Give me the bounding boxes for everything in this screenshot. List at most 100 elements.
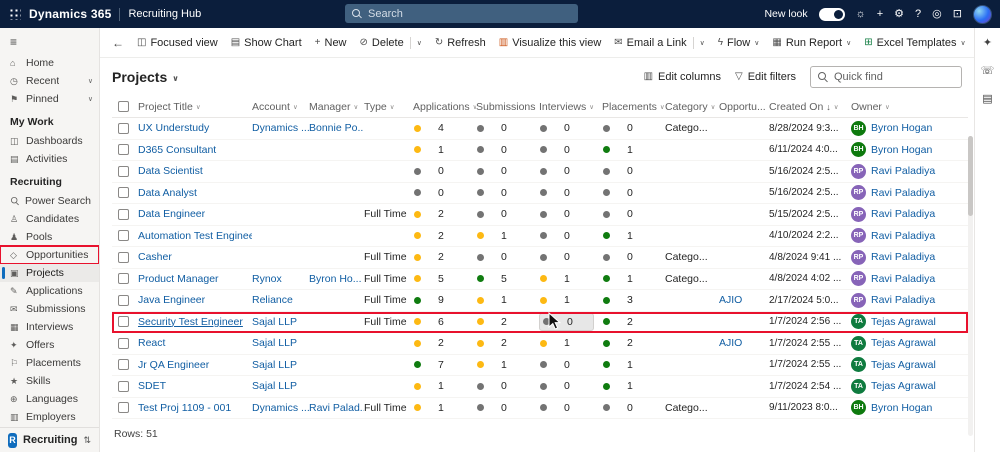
sidebar-item-skills[interactable]: ★ Skills	[0, 372, 99, 390]
chevron-down-icon[interactable]: ∨	[700, 39, 705, 47]
command-show-chart[interactable]: ▤ Show Chart	[226, 34, 307, 52]
column-header-owner[interactable]: Owner ∨	[851, 101, 968, 113]
global-search-box[interactable]	[345, 4, 578, 23]
command-new[interactable]: + New	[310, 34, 352, 52]
column-header-category[interactable]: Category ∨	[665, 101, 719, 113]
sidebar-item-power-search[interactable]: Power Search	[0, 192, 99, 210]
command-email-a-link[interactable]: ✉ Email a Link ∨	[609, 34, 709, 52]
project-title-link[interactable]: UX Understudy	[138, 122, 209, 134]
project-title-link[interactable]: Casher	[138, 251, 172, 263]
table-row[interactable]: Automation Test Engineer 2 1 0 1 4/10/2024 2:…	[112, 226, 968, 247]
owner-link[interactable]: Ravi Paladiya	[871, 251, 935, 263]
project-title-link[interactable]: Test Proj 1109 - 001	[138, 402, 231, 414]
column-header-manager[interactable]: Manager ∨	[309, 101, 364, 113]
view-selector[interactable]: Projects ∨	[112, 69, 179, 85]
sidebar-item-dashboards[interactable]: ◫ Dashboards	[0, 132, 99, 150]
owner-link[interactable]: Ravi Paladiya	[871, 230, 935, 242]
row-checkbox[interactable]	[118, 230, 129, 242]
app-subtitle[interactable]: Recruiting Hub	[128, 8, 201, 20]
sidebar-item-applications[interactable]: ✎ Applications	[0, 282, 99, 300]
opportunity-link[interactable]: AJIO	[719, 337, 742, 349]
manager-link[interactable]: Bonnie Po...	[309, 122, 364, 134]
account-link[interactable]: Dynamics ...	[252, 122, 309, 134]
chevron-down-icon[interactable]: ∨	[754, 39, 759, 47]
table-row[interactable]: Data Engineer Full Time 2 0 0 0 5/15/2024 2:5.…	[112, 204, 968, 226]
edit-filters-button[interactable]: ▽ Edit filters	[735, 71, 796, 83]
command-refresh[interactable]: ↻ Refresh	[430, 34, 491, 52]
row-checkbox[interactable]	[118, 402, 129, 414]
sidebar-item-placements[interactable]: ⚐ Placements	[0, 354, 99, 372]
sidebar-item-pinned[interactable]: ⚑ Pinned ∨	[0, 90, 99, 108]
back-button[interactable]: ←	[112, 37, 124, 49]
scrollbar-thumb[interactable]	[968, 136, 973, 216]
owner-link[interactable]: Ravi Paladiya	[871, 273, 935, 285]
row-checkbox[interactable]	[118, 251, 129, 263]
account-link[interactable]: Reliance	[252, 294, 293, 306]
command-excel-templates[interactable]: ⊞ Excel Templates ∨	[859, 34, 970, 52]
command-flow[interactable]: ϟ Flow ∨	[713, 34, 765, 52]
project-title-link[interactable]: Data Engineer	[138, 208, 205, 220]
owner-link[interactable]: Tejas Agrawal	[871, 316, 936, 328]
opportunity-link[interactable]: AJIO	[719, 294, 742, 306]
table-row[interactable]: Casher Full Time 2 0 0 0 Catego... 4/8/2024 9:4…	[112, 247, 968, 269]
table-row[interactable]: Java Engineer Reliance Full Time 9 1 1 3 AJIO 2/…	[112, 290, 968, 312]
sidebar-item-employers[interactable]: ▥ Employers	[0, 408, 99, 426]
collapse-sidebar-button[interactable]: ≡	[0, 28, 99, 54]
sidebar-item-home[interactable]: ⌂ Home	[0, 54, 99, 72]
copilot-icon[interactable]: ✦	[983, 38, 992, 49]
row-checkbox[interactable]	[118, 316, 129, 328]
row-checkbox[interactable]	[118, 144, 129, 156]
owner-link[interactable]: Tejas Agrawal	[871, 380, 936, 392]
command-focused-view[interactable]: ◫ Focused view	[132, 34, 223, 52]
project-title-link[interactable]: SDET	[138, 380, 166, 392]
table-row[interactable]: D365 Consultant 1 0 0 1 6/11/2024 4:0... BH Byr…	[112, 140, 968, 161]
new-look-toggle[interactable]	[818, 7, 845, 21]
owner-link[interactable]: Tejas Agrawal	[871, 359, 936, 371]
command-delete[interactable]: ⊘ Delete ∨	[355, 34, 427, 52]
quick-find-input[interactable]	[834, 71, 954, 83]
command-run-report[interactable]: ▦ Run Report ∨	[767, 34, 856, 52]
sidebar-item-offers[interactable]: ✦ Offers	[0, 336, 99, 354]
column-header-type[interactable]: Type ∨	[364, 101, 413, 113]
account-link[interactable]: Sajal LLP	[252, 316, 297, 328]
owner-link[interactable]: Ravi Paladiya	[871, 165, 935, 177]
help-icon[interactable]: ?	[915, 8, 921, 20]
owner-link[interactable]: Tejas Agrawal	[871, 337, 936, 349]
project-title-link[interactable]: Data Scientist	[138, 165, 203, 177]
row-checkbox[interactable]	[118, 337, 129, 349]
environment-picker[interactable]: R Recruiting ⇅	[0, 427, 99, 452]
row-checkbox[interactable]	[118, 273, 129, 285]
sidebar-item-pools[interactable]: ♟ Pools	[0, 228, 99, 246]
owner-link[interactable]: Byron Hogan	[871, 402, 932, 414]
row-checkbox[interactable]	[118, 208, 129, 220]
sidebar-item-languages[interactable]: ⊕ Languages	[0, 390, 99, 408]
owner-link[interactable]: Ravi Paladiya	[871, 208, 935, 220]
notes-icon[interactable]: ▤	[982, 94, 992, 105]
sidebar-item-interviews[interactable]: ▦ Interviews	[0, 318, 99, 336]
sidebar-item-candidates[interactable]: ♙ Candidates	[0, 210, 99, 228]
table-row[interactable]: Data Scientist 0 0 0 0 5/16/2024 2:5... RP Ravi…	[112, 161, 968, 183]
table-row[interactable]: Product Manager Rynox Byron Ho... Full Time…	[112, 269, 968, 290]
account-link[interactable]: Sajal LLP	[252, 380, 297, 392]
chevron-down-icon[interactable]: ∨	[960, 39, 965, 47]
apps-icon[interactable]: ⊡	[953, 8, 962, 20]
phone-icon[interactable]: ☏	[981, 66, 995, 77]
manager-link[interactable]: Ravi Palad...	[309, 402, 364, 414]
row-checkbox[interactable]	[118, 380, 129, 392]
owner-link[interactable]: Ravi Paladiya	[871, 294, 935, 306]
vertical-scrollbar[interactable]	[968, 136, 973, 436]
app-launcher-icon[interactable]	[9, 8, 21, 20]
app-title[interactable]: Dynamics 365	[29, 7, 111, 21]
feedback-icon[interactable]: ◎	[932, 8, 942, 20]
quick-create-icon[interactable]: +	[877, 8, 883, 20]
column-header-project-title[interactable]: Project Title ∨	[138, 101, 252, 113]
global-search-input[interactable]	[368, 7, 571, 20]
account-link[interactable]: Sajal LLP	[252, 337, 297, 349]
project-title-link[interactable]: D365 Consultant	[138, 144, 216, 156]
sidebar-item-projects[interactable]: ▣ Projects	[0, 264, 99, 282]
project-title-link[interactable]: Java Engineer	[138, 294, 205, 306]
column-header-applications[interactable]: Applications ∨	[413, 101, 476, 113]
manager-link[interactable]: Byron Ho...	[309, 273, 362, 285]
chevron-down-icon[interactable]: ∨	[846, 39, 851, 47]
account-link[interactable]: Dynamics ...	[252, 402, 309, 414]
